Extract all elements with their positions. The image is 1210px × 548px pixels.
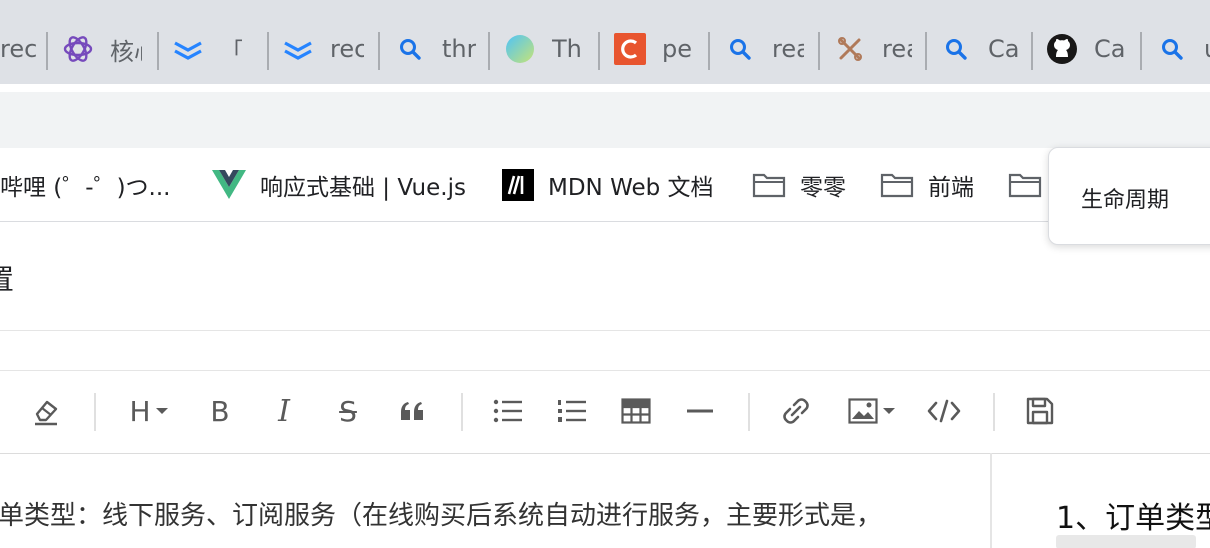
quote-icon[interactable]	[396, 391, 428, 431]
bookmark-label: 响应式基础 | Vue.js	[260, 174, 466, 201]
save-icon[interactable]	[1024, 391, 1056, 431]
tab-divider	[818, 32, 820, 70]
browser-tab[interactable]: thr	[394, 22, 484, 76]
search-icon	[940, 33, 972, 65]
horizontal-rule-icon[interactable]	[684, 391, 716, 431]
popup-item-lifecycle[interactable]: 生命周期	[1081, 182, 1169, 214]
editor-toolbar: H B I S	[0, 370, 1210, 454]
ordered-list-icon[interactable]	[556, 391, 588, 431]
toolbar-divider	[993, 393, 995, 431]
browser-tab[interactable]: Ca	[1046, 22, 1136, 76]
folder-icon	[1008, 172, 1042, 198]
tab-title: 「F	[220, 37, 242, 66]
address-bar[interactable]	[0, 92, 1210, 148]
document-title[interactable]: 置	[0, 258, 14, 298]
tab-divider	[925, 32, 927, 70]
bookmark-label: 哔哩哔哩 (゜-゜)つ...	[0, 174, 171, 201]
image-icon[interactable]	[844, 391, 900, 431]
browser-tab[interactable]: rea	[834, 22, 920, 76]
search-icon	[1156, 33, 1188, 65]
search-icon	[394, 33, 426, 65]
code-icon[interactable]	[926, 391, 962, 431]
toolbar-divider	[748, 393, 750, 431]
browser-tab[interactable]: pe	[614, 22, 704, 76]
bookmark-folder-frontend[interactable]: 前端	[880, 148, 974, 221]
italic-icon[interactable]: I	[270, 391, 298, 431]
browser-tab[interactable]: rea	[724, 22, 814, 76]
tab-divider	[598, 32, 600, 70]
strikethrough-icon[interactable]: S	[332, 391, 364, 431]
bookmark-mdn[interactable]: MDN Web 文档	[502, 148, 714, 221]
sphere-icon	[504, 33, 536, 65]
tab-title: rec	[0, 35, 38, 63]
title-row: 置	[0, 222, 1210, 331]
preview-line-partial	[1056, 535, 1196, 548]
bookmark-label: MDN Web 文档	[548, 174, 714, 201]
browser-tab[interactable]: Ca	[940, 22, 1026, 76]
browser-tab[interactable]: u	[1156, 22, 1210, 76]
tab-divider	[157, 32, 159, 70]
tab-title: rea	[882, 35, 912, 63]
github-icon	[1046, 33, 1078, 65]
bullet-list-icon[interactable]	[492, 391, 524, 431]
tab-divider	[267, 32, 269, 70]
tab-divider	[46, 32, 48, 70]
folder-icon	[880, 172, 914, 198]
browser-tab[interactable]: rec	[0, 22, 40, 76]
search-icon	[724, 33, 756, 65]
tab-title: Ca	[1094, 35, 1124, 63]
toolbar-top-edge	[0, 84, 1210, 92]
tab-divider	[488, 32, 490, 70]
tab-title: 核心	[110, 37, 142, 66]
preview-line: 1、订单类型	[1056, 501, 1210, 536]
toolbar-divider	[94, 393, 96, 431]
c-logo-icon	[614, 33, 646, 65]
tab-title: thr	[442, 35, 476, 63]
vue-icon	[212, 169, 246, 200]
editor-line: 单类型：线下服务、订阅服务（在线购买后系统自动进行服务，主要形式是，	[0, 501, 883, 531]
mdn-icon	[502, 168, 534, 201]
tab-divider	[1140, 32, 1142, 70]
markdown-editor[interactable]: 单类型：线下服务、订阅服务（在线购买后系统自动进行服务，主要形式是，	[0, 453, 990, 548]
tab-title: rec	[330, 35, 364, 63]
tab-title: pe	[662, 35, 692, 63]
confluence-icon	[282, 33, 314, 65]
confluence-icon	[172, 33, 204, 65]
browser-tab[interactable]: rec	[282, 22, 372, 76]
bookmark-label: 前端	[928, 174, 974, 201]
tab-divider	[1031, 32, 1033, 70]
eraser-icon[interactable]	[28, 391, 64, 431]
bookmark-bilibili[interactable]: 哔哩哔哩 (゜-゜)つ...	[0, 148, 171, 221]
bold-icon[interactable]: B	[204, 391, 236, 431]
heading-label: H	[129, 394, 151, 428]
bookmark-folder-lingling[interactable]: 零零	[752, 148, 846, 221]
tools-icon	[834, 33, 866, 65]
tab-divider	[378, 32, 380, 70]
markdown-preview: 1、订单类型	[990, 453, 1210, 548]
table-icon[interactable]	[620, 391, 652, 431]
browser-tab-strip: rec 核心 「F rec thr Th	[0, 0, 1210, 84]
tab-title: Ca	[988, 35, 1018, 63]
browser-tab[interactable]: 核心	[62, 22, 150, 76]
link-icon[interactable]	[780, 391, 812, 431]
tab-title: rea	[772, 35, 804, 63]
browser-tab[interactable]: Th	[504, 22, 594, 76]
heading-icon[interactable]: H	[124, 391, 174, 431]
tab-title: Th	[552, 35, 582, 63]
bookmark-label: 零零	[800, 174, 846, 201]
bookmarks-bar: 哔哩哔哩 (゜-゜)つ... 响应式基础 | Vue.js MDN Web 文档…	[0, 148, 1210, 222]
bookmark-vue[interactable]: 响应式基础 | Vue.js	[212, 148, 466, 221]
toolbar-divider	[461, 393, 463, 431]
redux-icon	[62, 33, 94, 65]
tab-divider	[708, 32, 710, 70]
folder-icon	[752, 172, 786, 198]
tab-title: u	[1204, 35, 1210, 63]
browser-tab[interactable]: 「F	[172, 22, 260, 76]
